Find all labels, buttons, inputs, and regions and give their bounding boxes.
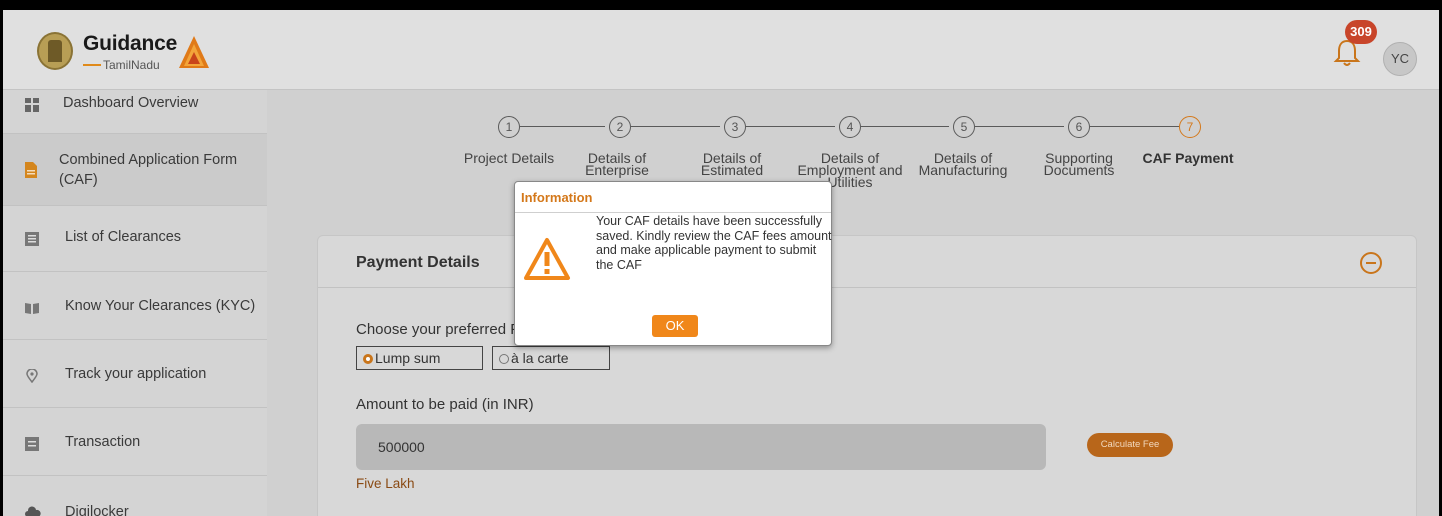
step-4-circle[interactable]: 4	[839, 116, 861, 138]
logo-chevron-icon	[179, 36, 209, 68]
card-title: Payment Details	[356, 254, 480, 271]
amount-in-words: Five Lakh	[356, 476, 415, 491]
app-window: Guidance TamilNadu 309 YC Dashboard Over…	[3, 10, 1439, 516]
sidebar-item-caf[interactable]: Combined Application Form (CAF)	[3, 134, 267, 206]
caf-progress-stepper: 1 2 3 4 5 6 7 Project Details Details of…	[267, 90, 1439, 230]
step-connector	[975, 126, 1064, 127]
sidebar-item-kyc[interactable]: Know Your Clearances (KYC)	[3, 272, 267, 340]
step-6-label[interactable]: Supporting Documents	[1027, 151, 1131, 177]
step-2-circle[interactable]: 2	[609, 116, 631, 138]
step-3-circle[interactable]: 3	[724, 116, 746, 138]
dialog-title: Information	[521, 190, 593, 205]
payment-details-card: Payment Details Choose your preferred Fe…	[317, 235, 1417, 516]
sidebar-item-label: Dashboard Overview	[63, 95, 199, 111]
step-5-label[interactable]: Details of Manufacturing	[911, 151, 1015, 177]
warning-triangle-icon	[524, 238, 570, 280]
amount-field[interactable]: 500000	[356, 424, 1046, 470]
cloud-icon	[25, 506, 41, 516]
amount-label: Amount to be paid (in INR)	[356, 396, 534, 413]
top-header: Guidance TamilNadu 309 YC	[3, 10, 1439, 90]
step-2-label[interactable]: Details of Enterprise	[565, 151, 669, 177]
step-connector	[631, 126, 720, 127]
sidebar-item-list-of-clearances[interactable]: List of Clearances	[3, 206, 267, 272]
radio-label: à la carte	[511, 350, 569, 366]
step-connector	[520, 126, 605, 127]
logo-flag-stripe	[83, 64, 101, 66]
step-1-label[interactable]: Project Details	[454, 151, 564, 165]
step-3-label[interactable]: Details of Estimated	[680, 151, 784, 177]
sidebar-item-label: Combined Application Form (CAF)	[59, 152, 238, 188]
dashboard-grid-icon	[25, 98, 39, 112]
card-header: Payment Details	[318, 236, 1416, 288]
dialog-divider	[515, 212, 831, 213]
logo-main-text: Guidance	[83, 32, 178, 55]
radio-a-la-carte[interactable]: à la carte	[492, 346, 610, 370]
sidebar-item-label: Transaction	[65, 434, 141, 450]
step-5-circle[interactable]: 5	[953, 116, 975, 138]
document-icon	[25, 162, 37, 178]
step-connector	[861, 126, 949, 127]
transaction-icon	[25, 437, 39, 451]
notification-count-badge[interactable]: 309	[1345, 20, 1377, 44]
logo-sub-text: TamilNadu	[103, 58, 160, 72]
step-7-circle[interactable]: 7	[1179, 116, 1201, 138]
sidebar-item-dashboard-overview[interactable]: Dashboard Overview	[3, 84, 267, 134]
guidance-tamilnadu-logo[interactable]: Guidance TamilNadu	[37, 30, 213, 74]
sidebar-item-transaction[interactable]: Transaction	[3, 408, 267, 476]
sidebar-item-label: Know Your Clearances (KYC)	[65, 298, 256, 314]
sidebar-item-label: Track your application	[65, 366, 207, 382]
ok-button[interactable]: OK	[652, 315, 698, 337]
information-dialog: Information Your CAF details have been s…	[514, 181, 832, 346]
sidebar-item-label: Digilocker	[65, 504, 129, 516]
state-emblem-icon	[37, 32, 73, 70]
sidebar-item-track-application[interactable]: Track your application	[3, 340, 267, 408]
radio-selected-icon	[363, 354, 373, 364]
step-connector	[746, 126, 835, 127]
step-6-circle[interactable]: 6	[1068, 116, 1090, 138]
dialog-message: Your CAF details have been successfully …	[596, 214, 832, 272]
location-pin-icon	[26, 369, 38, 383]
step-1-circle[interactable]: 1	[498, 116, 520, 138]
calculate-fee-button[interactable]: Calculate Fee	[1087, 433, 1173, 457]
list-icon	[25, 232, 39, 246]
collapse-minus-icon[interactable]	[1360, 252, 1382, 274]
sidebar-item-digilocker[interactable]: Digilocker	[3, 476, 267, 516]
main-content: 1 2 3 4 5 6 7 Project Details Details of…	[267, 90, 1439, 516]
sidebar-item-label: List of Clearances	[65, 229, 182, 245]
step-connector	[1090, 126, 1179, 127]
sidebar-nav: Dashboard Overview Combined Application …	[3, 90, 267, 516]
step-7-label[interactable]: CAF Payment	[1133, 151, 1243, 165]
book-icon	[25, 303, 39, 314]
user-avatar[interactable]: YC	[1383, 42, 1417, 76]
radio-unselected-icon	[499, 354, 509, 364]
radio-label: Lump sum	[375, 350, 441, 366]
radio-lump-sum[interactable]: Lump sum	[356, 346, 483, 370]
